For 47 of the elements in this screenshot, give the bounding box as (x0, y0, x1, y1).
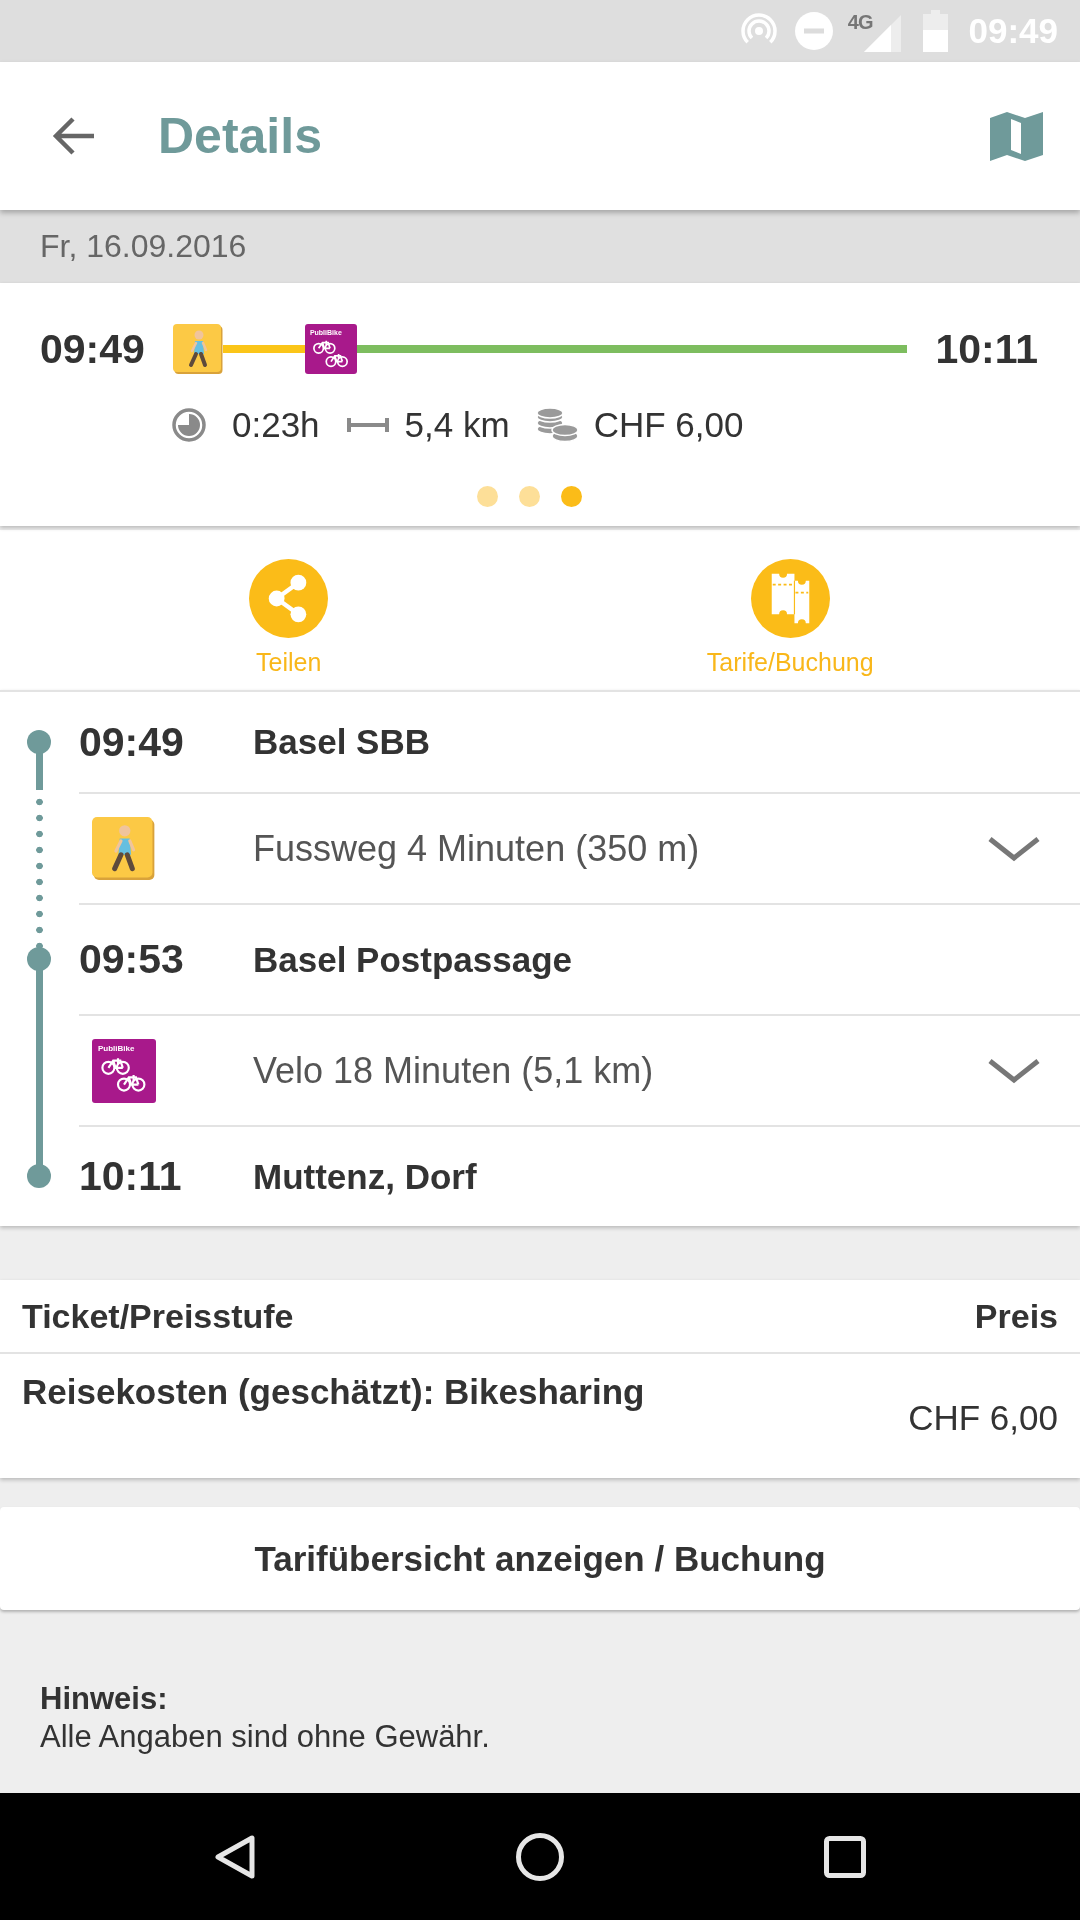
price-cell: CHF 6,00 (908, 1398, 1058, 1438)
bicycles-icon (100, 1055, 148, 1094)
ticket-name-cell: Reisekosten (geschätzt): Bikesharing (22, 1372, 645, 1412)
distance-icon (346, 418, 389, 432)
clock-icon (172, 408, 206, 442)
back-arrow-icon[interactable] (52, 116, 95, 156)
share-icon (249, 559, 329, 638)
stop-time: 09:53 (79, 936, 185, 983)
logo-text: PubliBike (98, 1043, 135, 1054)
share-button[interactable]: Teilen (249, 559, 329, 677)
leg-description: Velo 18 Minuten (5,1 km) (253, 1049, 654, 1092)
stop-name: Basel Postpassage (253, 939, 573, 980)
price-column-header: Preis (974, 1296, 1058, 1336)
departure-time: 09:49 (40, 325, 145, 374)
home-circle-icon[interactable] (516, 1832, 564, 1881)
stop-dot-icon (27, 1163, 51, 1188)
stop-dot-icon (27, 946, 51, 971)
map-icon[interactable] (990, 109, 1043, 163)
back-triangle-icon[interactable] (214, 1833, 256, 1880)
note-text: Alle Angaben sind ohne Gewähr. (40, 1718, 490, 1756)
do-not-disturb-icon (794, 12, 833, 50)
bicycles-icon (311, 339, 350, 369)
walking-person-icon (92, 817, 155, 880)
distance-text: 5,4 km (404, 405, 510, 445)
stop-time: 10:11 (79, 1153, 183, 1200)
recents-square-icon[interactable] (824, 1835, 866, 1878)
walking-person-icon (172, 324, 223, 374)
tariff-overview-button[interactable]: Tarifübersicht anzeigen / Buchung (0, 1507, 1080, 1610)
ticket-column-header: Ticket/Preisstufe (22, 1296, 294, 1336)
price-text: CHF 6,00 (593, 405, 744, 445)
stop-dot-icon (27, 730, 51, 754)
date-label: Fr, 16.09.2016 (40, 228, 247, 265)
screen-title: Details (158, 107, 322, 165)
leg-description: Fussweg 4 Minuten (350 m) (253, 827, 700, 870)
coins-icon (535, 407, 579, 443)
battery-icon (923, 10, 949, 52)
network-type-label: 4G (847, 12, 873, 32)
duration-text: 0:23h (232, 405, 320, 445)
chevron-down-icon[interactable] (988, 835, 1040, 862)
stop-name: Basel SBB (253, 722, 431, 762)
fares-button[interactable]: Tarife/Buchung (706, 559, 874, 677)
chevron-down-icon[interactable] (988, 1057, 1040, 1084)
note-title: Hinweis: (40, 1680, 168, 1718)
tickets-icon (750, 559, 830, 638)
stop-name: Muttenz, Dorf (253, 1156, 477, 1197)
stop-time: 09:49 (79, 718, 185, 766)
arrival-time: 10:11 (935, 325, 1038, 374)
